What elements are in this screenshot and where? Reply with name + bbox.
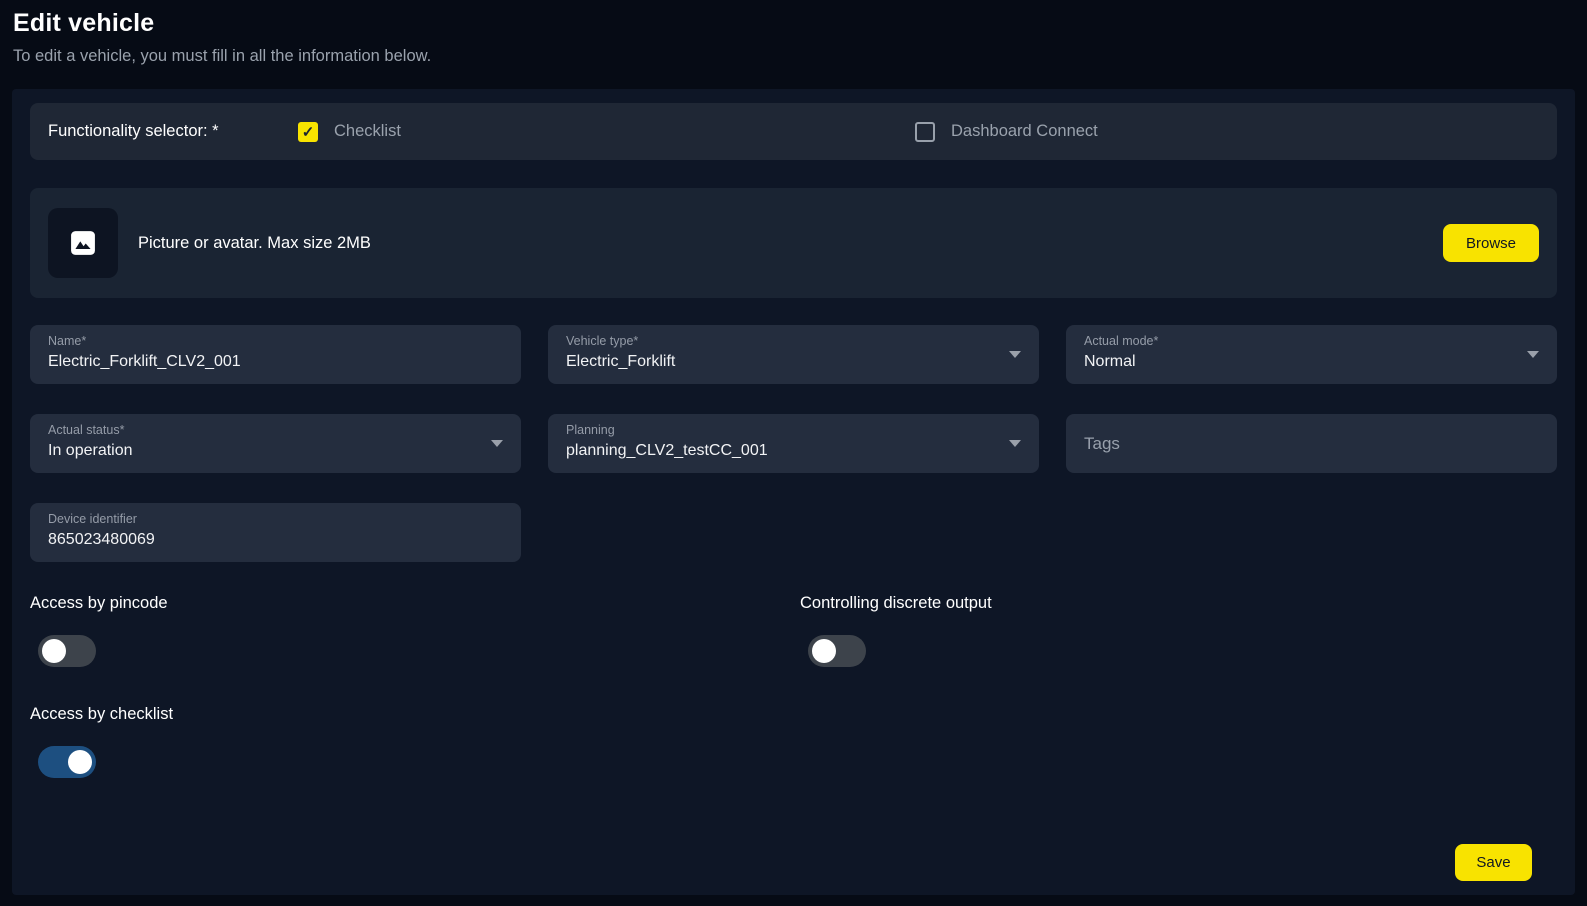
checkbox-group-dashboard-connect[interactable]: Dashboard Connect [915,122,1098,142]
access-by-pincode-toggle[interactable] [38,635,96,667]
actual-mode-select[interactable]: Actual mode* Normal [1066,325,1557,384]
chevron-down-icon [1527,351,1539,358]
browse-button[interactable]: Browse [1443,224,1539,262]
chevron-down-icon [491,440,503,447]
device-identifier-value: 865023480069 [48,531,503,549]
image-icon [70,230,96,256]
chevron-down-icon [1009,440,1021,447]
save-button[interactable]: Save [1455,844,1532,881]
checkbox-group-checklist[interactable]: ✓ Checklist [298,122,915,142]
access-by-pincode-group: Access by pincode [30,594,800,667]
picture-upload-row: Picture or avatar. Max size 2MB Browse [30,188,1557,298]
planning-label: Planning [566,423,1021,437]
access-by-checklist-group: Access by checklist [30,705,1557,778]
page-title: Edit vehicle [13,9,1587,38]
page-header: Edit vehicle To edit a vehicle, you must… [0,0,1587,89]
access-by-pincode-label: Access by pincode [30,594,800,613]
vehicle-type-label: Vehicle type* [566,334,1021,348]
device-identifier-field[interactable]: Device identifier 865023480069 [30,503,521,562]
access-by-checklist-label: Access by checklist [30,705,1557,724]
actual-status-label: Actual status* [48,423,503,437]
form-grid: Name* Electric_Forklift_CLV2_001 Vehicle… [30,325,1557,562]
tags-placeholder: Tags [1084,434,1120,454]
planning-select[interactable]: Planning planning_CLV2_testCC_001 [548,414,1039,473]
access-by-checklist-toggle[interactable] [38,746,96,778]
toggle-knob [812,639,836,663]
name-field-label: Name* [48,334,503,348]
avatar-preview [48,208,118,278]
checklist-checkbox[interactable]: ✓ [298,122,318,142]
device-identifier-label: Device identifier [48,512,503,526]
actual-mode-label: Actual mode* [1084,334,1539,348]
controlling-discrete-output-toggle[interactable] [808,635,866,667]
actual-status-select[interactable]: Actual status* In operation [30,414,521,473]
actual-status-value: In operation [48,442,503,460]
functionality-selector-label: Functionality selector: * [48,122,298,141]
toggle-knob [42,639,66,663]
chevron-down-icon [1009,351,1021,358]
planning-value: planning_CLV2_testCC_001 [566,442,1021,460]
vehicle-type-value: Electric_Forklift [566,353,1021,371]
name-field-value: Electric_Forklift_CLV2_001 [48,353,503,371]
actual-mode-value: Normal [1084,353,1539,371]
checklist-checkbox-label: Checklist [334,122,401,141]
grid-spacer [548,503,1039,562]
edit-vehicle-form-panel: Functionality selector: * ✓ Checklist Da… [12,89,1575,895]
name-field[interactable]: Name* Electric_Forklift_CLV2_001 [30,325,521,384]
grid-spacer [1066,503,1557,562]
dashboard-connect-checkbox-label: Dashboard Connect [951,122,1098,141]
vehicle-type-select[interactable]: Vehicle type* Electric_Forklift [548,325,1039,384]
dashboard-connect-checkbox[interactable] [915,122,935,142]
toggles-row: Access by pincode Controlling discrete o… [30,594,1557,667]
controlling-discrete-output-label: Controlling discrete output [800,594,992,613]
tags-input[interactable]: Tags [1066,414,1557,473]
page-subtitle: To edit a vehicle, you must fill in all … [13,47,1587,66]
controlling-discrete-output-group: Controlling discrete output [800,594,992,667]
toggle-knob [68,750,92,774]
functionality-selector-bar: Functionality selector: * ✓ Checklist Da… [30,103,1557,160]
picture-description: Picture or avatar. Max size 2MB [138,234,371,253]
